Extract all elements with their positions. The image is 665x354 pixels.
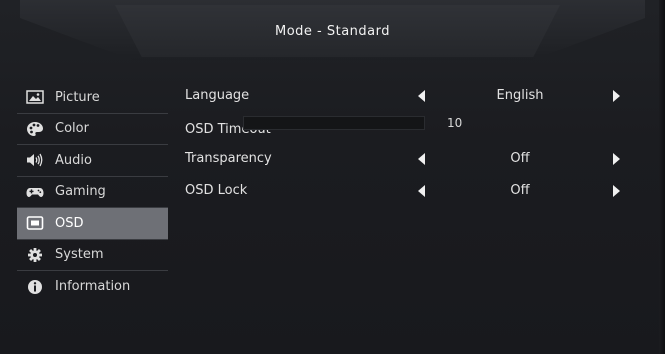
mode-title: Mode - Standard — [274, 24, 391, 39]
osd-settings-panel: Language English OSD Timeout Transparenc… — [185, 86, 655, 206]
sidebar-item-picture[interactable]: Picture — [17, 82, 168, 114]
arrow-right-icon[interactable] — [613, 153, 620, 165]
picture-icon — [25, 89, 45, 105]
setting-label: Transparency — [185, 151, 272, 166]
arrow-right-icon[interactable] — [613, 185, 620, 197]
osd-icon — [25, 215, 45, 231]
setting-label: Language — [185, 88, 250, 103]
sidebar-item-osd[interactable]: OSD — [17, 208, 168, 240]
sidebar-item-label: Picture — [55, 89, 100, 105]
osd-lock-value: Off — [510, 183, 530, 198]
sidebar-item-label: Color — [55, 121, 89, 137]
transparency-value: Off — [510, 151, 530, 166]
sidebar-item-label: OSD — [55, 215, 84, 231]
setting-label: OSD Lock — [185, 183, 248, 198]
arrow-right-icon[interactable] — [613, 90, 620, 102]
sidebar-item-audio[interactable]: Audio — [17, 145, 168, 177]
osd-timeout-slider[interactable] — [243, 116, 425, 130]
sidebar-item-color[interactable]: Color — [17, 114, 168, 145]
sidebar-item-system[interactable]: System — [17, 240, 168, 271]
gear-icon — [25, 247, 45, 263]
monitor-osd-screen: Mode - Standard Picture Color Audio Gami… — [0, 0, 665, 354]
palette-icon — [25, 121, 45, 137]
arrow-left-icon[interactable] — [418, 153, 425, 165]
sidebar-item-label: System — [55, 247, 104, 263]
sidebar-item-label: Gaming — [55, 184, 106, 200]
speaker-icon — [25, 152, 45, 168]
setting-row-language[interactable]: Language English — [185, 86, 655, 106]
language-value: English — [496, 88, 544, 103]
sidebar-item-gaming[interactable]: Gaming — [17, 177, 168, 208]
gamepad-icon — [25, 184, 45, 200]
osd-timeout-value: 10 — [447, 116, 463, 130]
bezel-edge — [659, 0, 665, 354]
info-icon — [25, 279, 45, 295]
sidebar-item-label: Information — [55, 279, 131, 295]
osd-sidebar-menu: Picture Color Audio Gaming OSD System In… — [17, 82, 168, 306]
arrow-left-icon[interactable] — [418, 90, 425, 102]
arrow-left-icon[interactable] — [418, 185, 425, 197]
sidebar-item-information[interactable]: Information — [17, 271, 168, 303]
sidebar-item-label: Audio — [55, 152, 92, 168]
setting-row-transparency[interactable]: Transparency Off — [185, 149, 655, 169]
setting-row-osd-lock[interactable]: OSD Lock Off — [185, 181, 655, 201]
